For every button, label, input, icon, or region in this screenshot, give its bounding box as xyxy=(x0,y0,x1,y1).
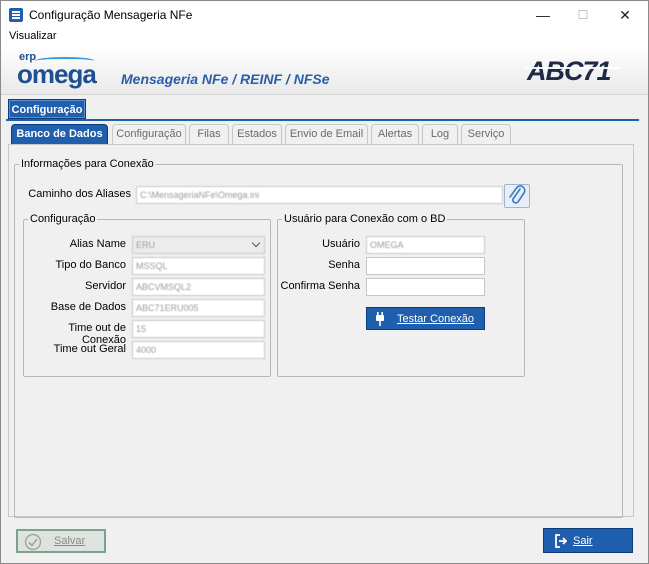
tab-filas[interactable]: Filas xyxy=(189,124,229,144)
group-usuario-conexao: Usuário para Conexão com o BD Usuário OM… xyxy=(277,213,525,377)
tab-log[interactable]: Log xyxy=(422,124,458,144)
confirma-senha-field[interactable] xyxy=(366,278,485,296)
close-button[interactable]: ✕ xyxy=(602,1,648,29)
usuario-field[interactable]: OMEGA xyxy=(366,236,485,254)
module-tab-configuracao[interactable]: Configuração xyxy=(8,99,86,119)
confirma-senha-label: Confirma Senha xyxy=(280,280,361,292)
base-dados-label: Base de Dados xyxy=(50,301,126,313)
tipo-banco-label: Tipo do Banco xyxy=(55,259,126,271)
timeout-geral-field[interactable]: 4000 xyxy=(132,341,265,359)
logo-omega-text: omega xyxy=(17,59,97,89)
menu-bar: Visualizar xyxy=(1,29,648,45)
timeout-conexao-field[interactable]: 15 xyxy=(132,320,265,338)
window-title: Configuração Mensageria NFe xyxy=(29,8,193,22)
group-configuracao: Configuração Alias Name ERU Tipo do Banc… xyxy=(23,213,271,377)
salvar-button[interactable]: Salvar xyxy=(16,529,106,553)
alias-name-label: Alias Name xyxy=(69,238,126,250)
app-icon xyxy=(9,8,23,22)
header-banner: erp omega Mensageria NFe / REINF / NFSe … xyxy=(1,45,648,95)
alias-name-select[interactable]: ERU xyxy=(132,236,265,254)
sair-button[interactable]: Sair xyxy=(543,528,633,553)
browse-aliases-button[interactable] xyxy=(504,184,530,208)
tab-banco-de-dados[interactable]: Banco de Dados xyxy=(11,124,108,144)
abc71-logo: ABC71 xyxy=(525,57,621,83)
tipo-banco-field[interactable]: MSSQL xyxy=(132,257,265,275)
senha-label: Senha xyxy=(328,259,360,271)
tab-configuracao[interactable]: Configuração xyxy=(112,124,186,144)
paperclip-icon xyxy=(509,185,526,204)
group-informacoes-conexao: Informações para Conexão Caminho dos Ali… xyxy=(14,158,623,518)
main-window: Configuração Mensageria NFe — ☐ ✕ Visual… xyxy=(0,0,649,564)
abc71-logo-stripe xyxy=(525,67,621,69)
plug-icon xyxy=(376,312,384,326)
maximize-button[interactable]: ☐ xyxy=(560,1,606,29)
timeout-geral-label: Time out Geral xyxy=(53,343,126,355)
tab-servico[interactable]: Serviço xyxy=(461,124,511,144)
exit-icon xyxy=(555,534,568,548)
abc71-logo-text: ABC71 xyxy=(526,57,611,83)
testar-conexao-button[interactable]: Testar Conexão xyxy=(366,307,485,330)
aliases-path-field[interactable]: C:\MensageriaNFe\Omega.ini xyxy=(136,186,503,204)
group-configuracao-legend: Configuração xyxy=(28,213,98,225)
base-dados-field[interactable]: ABC71ERU005 xyxy=(132,299,265,317)
tab-envio-de-email[interactable]: Envio de Email xyxy=(285,124,368,144)
tab-alertas[interactable]: Alertas xyxy=(371,124,419,144)
sair-label: Sair xyxy=(573,535,593,547)
alias-name-value: ERU xyxy=(136,240,156,250)
title-bar: Configuração Mensageria NFe — ☐ ✕ xyxy=(1,1,648,29)
banner-subtitle: Mensageria NFe / REINF / NFSe xyxy=(121,71,330,87)
senha-field[interactable] xyxy=(366,257,485,275)
servidor-field[interactable]: ABCVMSQL2 xyxy=(132,278,265,296)
module-tab-underline xyxy=(6,119,639,121)
menu-visualizar[interactable]: Visualizar xyxy=(9,30,57,42)
save-check-icon xyxy=(24,533,42,551)
group-usuario-legend: Usuário para Conexão com o BD xyxy=(282,213,448,225)
salvar-label: Salvar xyxy=(54,535,86,547)
servidor-label: Servidor xyxy=(85,280,126,292)
testar-conexao-label: Testar Conexão xyxy=(397,313,475,325)
group-informacoes-legend: Informações para Conexão xyxy=(19,158,156,170)
tab-estados[interactable]: Estados xyxy=(232,124,282,144)
tab-content-panel: Informações para Conexão Caminho dos Ali… xyxy=(8,144,634,518)
aliases-path-label: Caminho dos Aliases xyxy=(28,188,131,200)
usuario-label: Usuário xyxy=(322,238,360,250)
